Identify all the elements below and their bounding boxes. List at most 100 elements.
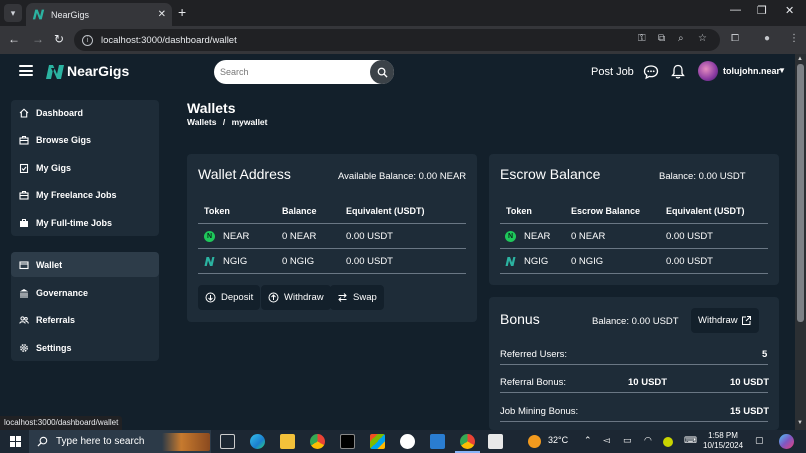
scroll-up-arrow-icon[interactable]: ▲ <box>797 56 803 62</box>
extensions-puzzle-icon[interactable]: ⧠ <box>731 33 739 45</box>
post-job-link[interactable]: Post Job <box>591 66 634 78</box>
zoom-icon[interactable]: ⌕ <box>678 33 684 45</box>
install-app-icon[interactable]: ⧉ <box>658 33 665 45</box>
sidebar-item-referrals[interactable]: Referrals <box>19 310 75 330</box>
deposit-button[interactable]: Deposit <box>198 285 261 310</box>
breadcrumb-wallets-link[interactable]: Wallets <box>187 117 216 127</box>
tray-app-icon[interactable] <box>663 437 673 447</box>
site-info-icon[interactable]: i <box>82 34 93 46</box>
back-arrow-icon[interactable]: ← <box>8 32 20 46</box>
profile-icon[interactable]: ● <box>764 33 770 45</box>
breadcrumb: Wallets / mywallet <box>187 117 267 127</box>
sidebar-item-my-full-time-jobs[interactable]: My Full-time Jobs <box>19 213 112 233</box>
wallet-row-near-balance: 0 NEAR <box>282 231 317 242</box>
sidebar-item-my-freelance-jobs[interactable]: My Freelance Jobs <box>19 185 117 205</box>
ngig-token-icon <box>505 257 516 266</box>
chrome-active-icon[interactable] <box>460 434 475 449</box>
notifications-icon[interactable]: ▢ <box>755 435 764 446</box>
password-key-icon[interactable]: ⚿ <box>638 33 646 45</box>
wallet-card-title: Wallet Address <box>198 166 291 182</box>
gear-icon <box>20 344 28 352</box>
breadcrumb-current: mywallet <box>231 117 268 127</box>
bonus-card-title: Bonus <box>500 311 540 327</box>
wallet-row-ngig-equivalent: 0.00 USDT <box>346 256 393 267</box>
swap-arrows-icon <box>338 293 347 302</box>
microsoft-store-icon[interactable] <box>370 434 385 449</box>
scroll-down-arrow-icon[interactable]: ▼ <box>797 420 803 426</box>
app-icon[interactable] <box>400 434 415 449</box>
chat-bubble-icon[interactable] <box>643 64 659 80</box>
wallet-icon <box>19 261 29 270</box>
sidebar-item-label: Dashboard <box>36 108 84 118</box>
search-input[interactable] <box>214 60 376 84</box>
avatar[interactable] <box>698 61 718 81</box>
swap-button[interactable]: Swap <box>330 285 384 310</box>
bonus-balance: Balance: 0.00 USDT <box>592 316 679 327</box>
sidebar-item-my-gigs[interactable]: My Gigs <box>19 158 71 178</box>
search-bar <box>214 60 394 84</box>
wallet-header-equivalent: Equivalent (USDT) <box>346 206 425 216</box>
search-button[interactable] <box>370 60 394 84</box>
escrow-header-equivalent: Equivalent (USDT) <box>666 206 745 216</box>
sidebar-item-settings[interactable]: Settings <box>19 338 72 358</box>
search-icon <box>377 67 388 78</box>
windows-taskbar: Type here to search 32°C ⌃ ◅ ▭ ◠ ⌨ 1:58 … <box>0 430 806 453</box>
home-icon <box>19 108 29 118</box>
address-url: localhost:3000/dashboard/wallet <box>101 34 237 46</box>
table-divider <box>500 392 768 393</box>
battery-icon[interactable]: ▭ <box>623 435 632 446</box>
external-link-icon <box>741 316 751 325</box>
users-icon <box>19 316 29 324</box>
taskbar-clock[interactable]: 1:58 PM 10/15/2024 <box>703 431 743 451</box>
browser-menu-icon[interactable]: ⋮ <box>789 33 799 45</box>
table-divider <box>198 248 466 249</box>
tray-chevron-up-icon[interactable]: ⌃ <box>584 435 592 446</box>
tab-search-menu-button[interactable]: ▾ <box>4 4 22 22</box>
reload-icon[interactable]: ↻ <box>54 32 64 46</box>
chevron-down-icon[interactable]: ▼ <box>778 66 786 75</box>
bank-icon <box>19 289 29 298</box>
sidebar-item-browse-gigs[interactable]: Browse Gigs <box>19 130 91 150</box>
available-balance: Available Balance: 0.00 NEAR <box>338 171 467 182</box>
hamburger-menu-icon[interactable] <box>19 65 33 76</box>
windows-start-icon[interactable] <box>10 436 21 447</box>
scrollbar-thumb[interactable] <box>797 64 804 322</box>
visual-studio-icon[interactable] <box>488 434 503 449</box>
username[interactable]: tolujohn.near <box>723 66 780 76</box>
edge-browser-icon[interactable] <box>250 434 265 449</box>
clock-time: 1:58 PM <box>708 431 738 440</box>
escrow-header-token: Token <box>506 206 532 216</box>
task-view-icon[interactable] <box>220 434 235 449</box>
address-bar[interactable]: i localhost:3000/dashboard/wallet <box>74 29 720 51</box>
search-icon <box>37 436 48 447</box>
wallet-row-near-token: NEAR <box>223 231 250 242</box>
sidebar-item-dashboard[interactable]: Dashboard <box>19 103 83 123</box>
restore-window-button[interactable]: ❐ <box>757 4 767 17</box>
minimize-window-button[interactable]: — <box>730 4 741 16</box>
bonus-withdraw-button[interactable]: Withdraw <box>691 308 759 333</box>
forward-arrow-icon[interactable]: → <box>32 32 44 46</box>
bookmark-star-icon[interactable]: ☆ <box>698 33 707 45</box>
link-status-url: localhost:3000/dashboard/wallet <box>0 416 123 430</box>
withdraw-button[interactable]: Withdraw <box>261 285 331 310</box>
close-window-button[interactable]: ✕ <box>785 4 794 17</box>
chrome-icon[interactable] <box>310 434 325 449</box>
terminal-icon[interactable] <box>340 434 355 449</box>
sidebar-item-label: My Freelance Jobs <box>36 190 117 200</box>
swap-label: Swap <box>353 292 377 303</box>
wifi-icon[interactable]: ◠ <box>644 435 652 446</box>
vscode-icon[interactable] <box>430 434 445 449</box>
close-tab-icon[interactable]: ✕ <box>158 9 166 20</box>
browser-tab[interactable]: NearGigs ✕ <box>26 3 172 26</box>
copilot-icon[interactable] <box>779 434 794 449</box>
weather-temperature[interactable]: 32°C <box>548 435 568 445</box>
notification-bell-icon[interactable] <box>670 64 686 80</box>
new-tab-button[interactable]: + <box>178 5 186 19</box>
escrow-row-near-balance: 0 NEAR <box>571 231 606 242</box>
file-explorer-icon[interactable] <box>280 434 295 449</box>
sidebar-item-wallet[interactable]: Wallet <box>19 255 62 275</box>
sidebar-item-governance[interactable]: Governance <box>19 283 88 303</box>
keyboard-icon[interactable]: ⌨ <box>684 435 697 446</box>
page-title: Wallets <box>187 100 236 116</box>
volume-icon[interactable]: ◅ <box>603 435 610 446</box>
